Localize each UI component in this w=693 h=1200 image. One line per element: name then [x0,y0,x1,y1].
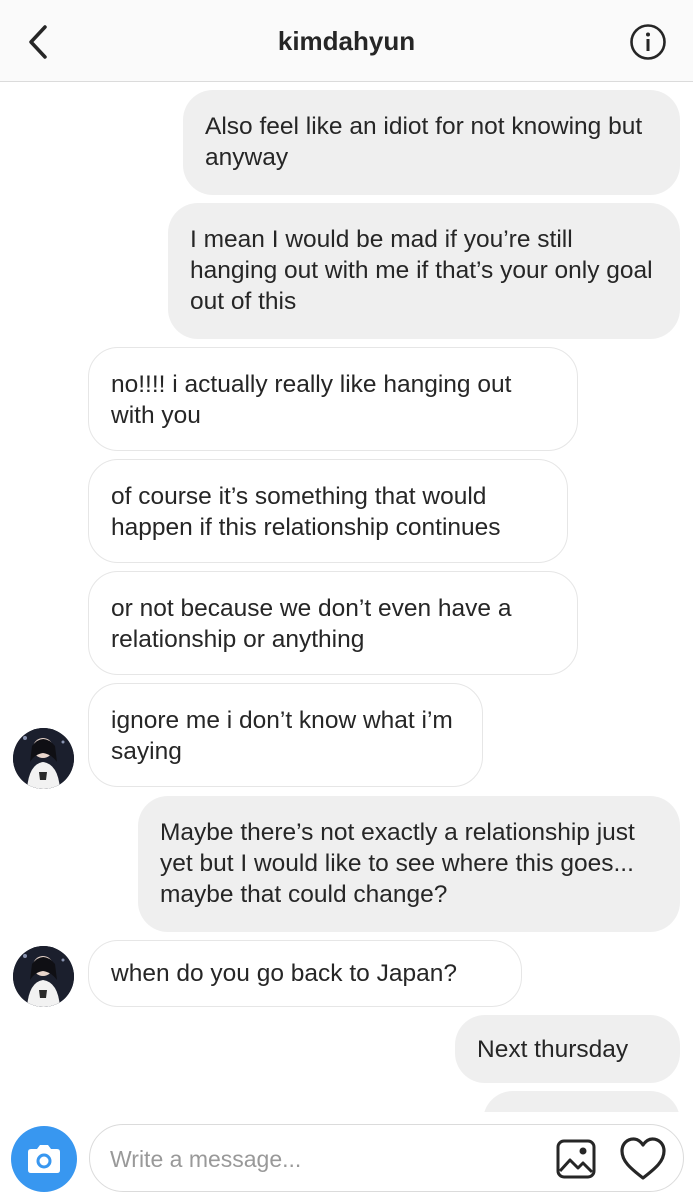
message-bubble-outgoing[interactable]: Next thursday [455,1015,680,1083]
profile-photo-icon [13,728,74,789]
image-gallery-icon [556,1139,596,1179]
sender-avatar[interactable] [13,946,74,1007]
message-bubble-incoming[interactable]: no!!!! i actually really like hanging ou… [88,347,578,451]
heart-icon [620,1137,666,1180]
message-bubble-outgoing[interactable]: I mean I would be mad if you’re still ha… [168,203,680,339]
composer-bar [0,1112,693,1200]
conversation-title[interactable]: kimdahyun [0,26,693,57]
message-bubble-incoming[interactable]: ignore me i don’t know what i’m saying [88,683,483,787]
message-bubble-outgoing[interactable]: Maybe there’s not exactly a relationship… [138,796,680,932]
chat-header: kimdahyun [0,0,693,82]
camera-icon [28,1145,60,1173]
info-button[interactable] [629,23,667,61]
profile-photo-icon [13,946,74,1007]
like-button[interactable] [618,1136,668,1182]
message-bubble-incoming[interactable]: when do you go back to Japan? [88,940,522,1007]
message-bubble-incoming[interactable]: of course it’s something that would happ… [88,459,568,563]
camera-button[interactable] [11,1126,77,1192]
message-composer [89,1124,684,1192]
sender-avatar[interactable] [13,728,74,789]
message-input[interactable] [108,1139,542,1179]
message-bubble-outgoing[interactable] [483,1091,680,1112]
info-icon [630,24,666,60]
message-thread[interactable]: Also feel like an idiot for not knowing … [0,82,693,1112]
gallery-button[interactable] [556,1139,596,1179]
message-bubble-outgoing[interactable]: Also feel like an idiot for not knowing … [183,90,680,195]
message-bubble-incoming[interactable]: or not because we don’t even have a rela… [88,571,578,675]
